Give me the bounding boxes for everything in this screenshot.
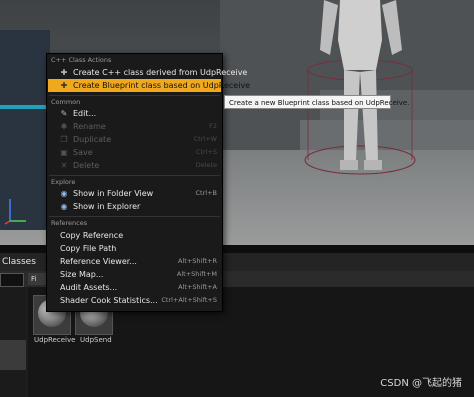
menu-item-rename[interactable]: ✱ Rename F2 bbox=[48, 120, 221, 133]
delete-icon: ✕ bbox=[60, 161, 68, 170]
section-header: References bbox=[51, 219, 88, 227]
menu-item-save[interactable]: ▣ Save Ctrl+S bbox=[48, 146, 221, 159]
save-icon: ▣ bbox=[60, 148, 68, 157]
menu-item-shader-cook-statistics[interactable]: Shader Cook Statistics... Ctrl+Alt+Shift… bbox=[48, 294, 221, 307]
menu-item-delete[interactable]: ✕ Delete Delete bbox=[48, 159, 221, 172]
asset-name: UdpReceive bbox=[34, 336, 76, 344]
search-icon[interactable] bbox=[0, 273, 24, 287]
menu-item-create-cpp-class[interactable]: ✚ Create C++ class derived from UdpRecei… bbox=[48, 66, 248, 79]
menu-separator bbox=[49, 175, 220, 176]
sidebar-selected-folder[interactable] bbox=[0, 340, 26, 370]
asset-context-menu: C++ Class Actions ✚ Create C++ class der… bbox=[46, 53, 250, 312]
menu-item-show-in-folder-view[interactable]: ◉ Show in Folder View Ctrl+B bbox=[48, 187, 221, 200]
explorer-icon: ◉ bbox=[60, 202, 68, 211]
menu-separator bbox=[49, 95, 220, 96]
tab-classes[interactable]: Classes bbox=[0, 253, 42, 271]
folder-view-icon: ◉ bbox=[60, 189, 68, 198]
section-header: Common bbox=[51, 98, 81, 106]
section-header: C++ Class Actions bbox=[51, 56, 112, 64]
menu-item-audit-assets[interactable]: Audit Assets... Alt+Shift+A bbox=[48, 281, 221, 294]
section-header: Explore bbox=[51, 178, 76, 186]
blueprint-class-icon: ✚ bbox=[60, 81, 68, 90]
menu-item-copy-reference[interactable]: Copy Reference bbox=[48, 229, 221, 242]
edit-icon: ✎ bbox=[60, 109, 68, 118]
cpp-class-icon: ✚ bbox=[60, 68, 68, 77]
menu-item-copy-file-path[interactable]: Copy File Path bbox=[48, 242, 221, 255]
menu-separator bbox=[49, 216, 220, 217]
watermark: CSDN @飞起的猪 bbox=[380, 378, 462, 389]
duplicate-icon: ❐ bbox=[60, 135, 68, 144]
menu-item-reference-viewer[interactable]: Reference Viewer... Alt+Shift+R bbox=[48, 255, 221, 268]
menu-item-size-map[interactable]: Size Map... Alt+Shift+M bbox=[48, 268, 221, 281]
rename-icon: ✱ bbox=[60, 122, 68, 131]
axis-gizmo-icon bbox=[4, 199, 26, 225]
mannequin-figure[interactable] bbox=[300, 0, 420, 180]
tooltip: Create a new Blueprint class based on Ud… bbox=[224, 95, 409, 109]
menu-item-create-blueprint-class[interactable]: ✚ Create Blueprint class based on UdpRec… bbox=[48, 79, 250, 92]
filter-label: Fi bbox=[31, 275, 37, 283]
asset-name: UdpSend bbox=[80, 336, 112, 344]
menu-item-show-in-explorer[interactable]: ◉ Show in Explorer bbox=[48, 200, 221, 213]
scene-highlight-line bbox=[0, 105, 50, 109]
menu-item-duplicate[interactable]: ❐ Duplicate Ctrl+W bbox=[48, 133, 221, 146]
menu-item-edit[interactable]: ✎ Edit... bbox=[48, 107, 221, 120]
